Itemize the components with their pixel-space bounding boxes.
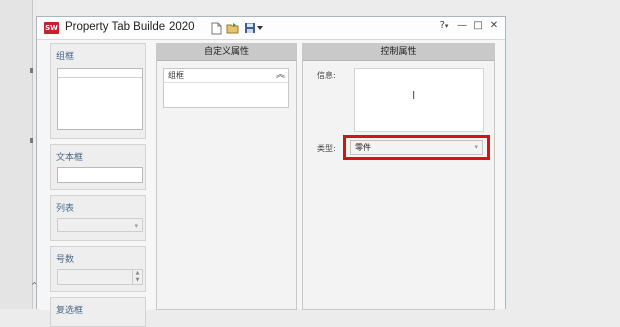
type-label: 类型: — [317, 144, 336, 153]
palette-checkbox[interactable]: 复选框 — [50, 297, 146, 327]
palette-item-label: 号数 — [56, 255, 75, 265]
spin-up-icon: ▲ — [135, 270, 140, 276]
text-cursor-icon: I — [412, 89, 416, 102]
minimize-button[interactable]: — — [455, 20, 469, 31]
window-title-year: 2020 — [169, 21, 195, 33]
chevron-double-up-icon[interactable]: ︽ — [276, 69, 285, 82]
number-preview: ▲ ▼ — [57, 269, 143, 285]
open-folder-icon[interactable] — [226, 21, 240, 35]
custom-properties-panel: 自定义属性 组框 ︽ — [156, 43, 297, 310]
spin-down-icon: ▼ — [135, 277, 140, 283]
desktop-background: ^ — [0, 0, 38, 309]
chevron-down-icon: ▾ — [474, 143, 478, 151]
palette-textbox[interactable]: 文本框 — [50, 144, 146, 190]
list-preview: ▾ — [57, 218, 143, 232]
palette-list[interactable]: 列表 ▾ — [50, 195, 146, 241]
desktop-marker — [30, 68, 33, 73]
save-icon[interactable] — [243, 21, 257, 35]
control-palette: 组框 文本框 列表 ▾ 号数 ▲ ▼ 复选框 — [41, 43, 153, 327]
custom-groupbox-header[interactable]: 组框 ︽ — [164, 69, 288, 83]
new-file-icon[interactable] — [209, 21, 223, 35]
groupbox-preview — [57, 68, 143, 130]
palette-item-label: 列表 — [56, 204, 75, 214]
info-textarea[interactable]: I — [354, 68, 484, 132]
desktop-marker — [30, 138, 33, 143]
palette-item-label: 复选框 — [56, 306, 84, 316]
palette-item-label: 文本框 — [56, 153, 84, 163]
window-title: Property Tab Builde — [65, 21, 165, 33]
palette-number[interactable]: 号数 ▲ ▼ — [50, 246, 146, 292]
dropdown-arrow-icon[interactable] — [256, 21, 264, 35]
custom-groupbox-label: 组框 — [168, 71, 184, 80]
help-button[interactable]: ?▾ — [437, 20, 451, 31]
custom-groupbox[interactable]: 组框 ︽ — [163, 68, 289, 108]
solidworks-app-icon: SW — [44, 22, 59, 34]
title-bar[interactable]: SW Property Tab Builde 2020 ?▾ — □ ✕ — [37, 17, 505, 40]
chevron-down-icon: ▾ — [134, 222, 138, 230]
property-tab-builder-window: SW Property Tab Builde 2020 ?▾ — □ ✕ 组框 … — [36, 16, 506, 327]
info-label: 信息: — [317, 71, 336, 80]
custom-properties-header: 自定义属性 — [157, 44, 296, 61]
type-dropdown[interactable]: 零件 ▾ — [350, 140, 483, 155]
close-button[interactable]: ✕ — [487, 20, 501, 31]
textbox-preview — [57, 167, 143, 183]
maximize-button[interactable]: □ — [471, 20, 485, 31]
type-dropdown-value: 零件 — [355, 143, 371, 152]
control-properties-panel: 控制属性 信息: I 类型: 零件 ▾ — [302, 43, 495, 310]
palette-item-label: 组框 — [56, 52, 75, 62]
control-properties-header: 控制属性 — [303, 44, 494, 61]
palette-groupbox[interactable]: 组框 — [50, 43, 146, 139]
